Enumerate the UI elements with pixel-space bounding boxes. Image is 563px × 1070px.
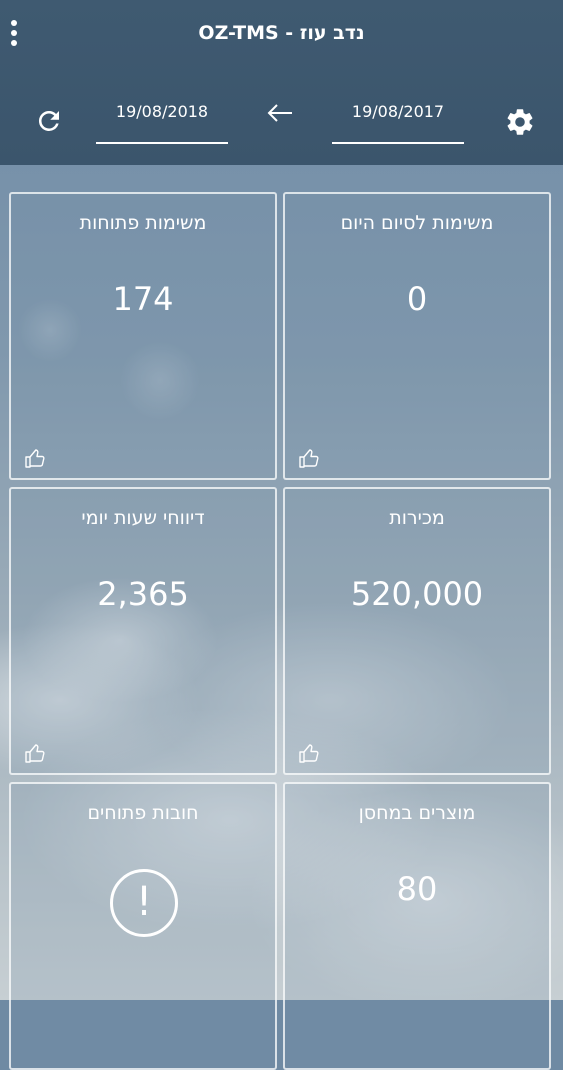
tile-open-tasks[interactable]: משימות פתוחות 174 xyxy=(9,192,277,480)
thumbs-up-icon[interactable] xyxy=(23,446,47,470)
tile-label: משימות לסיום היום xyxy=(340,212,494,234)
to-date-field[interactable]: 19/08/2018 xyxy=(96,98,228,144)
refresh-icon[interactable] xyxy=(34,106,64,136)
tile-value: 0 xyxy=(406,280,428,318)
tile-warehouse-products[interactable]: מוצרים במחסן 80 xyxy=(283,782,551,1070)
tile-value: 520,000 xyxy=(350,575,484,613)
tile-label: מוצרים במחסן xyxy=(358,802,476,824)
tile-label: דיווחי שעות יומי xyxy=(81,507,205,529)
tile-label: מכירות xyxy=(389,507,445,529)
tile-value: 2,365 xyxy=(97,575,189,613)
app-header: נדב עוז - OZ-TMS 19/08/2018 19/08/2017 xyxy=(0,0,563,165)
tile-label: חובות פתוחים xyxy=(87,802,199,824)
thumbs-up-icon[interactable] xyxy=(23,741,47,765)
tile-value: 174 xyxy=(112,280,174,318)
tile-tasks-due-today[interactable]: משימות לסיום היום 0 xyxy=(283,192,551,480)
tile-label: משימות פתוחות xyxy=(79,212,207,234)
tile-sales[interactable]: מכירות 520,000 xyxy=(283,487,551,775)
gear-icon[interactable] xyxy=(504,106,536,138)
tile-daily-hour-reports[interactable]: דיווחי שעות יומי 2,365 xyxy=(9,487,277,775)
thumbs-up-icon[interactable] xyxy=(297,446,321,470)
alert-icon: ! xyxy=(110,869,178,937)
thumbs-up-icon[interactable] xyxy=(297,741,321,765)
from-date-field[interactable]: 19/08/2017 xyxy=(332,98,464,144)
page-title: נדב עוז - OZ-TMS xyxy=(198,22,365,44)
arrow-left-icon xyxy=(267,104,292,122)
tile-open-debts[interactable]: חובות פתוחים ! xyxy=(9,782,277,1070)
tile-value: 80 xyxy=(396,870,438,908)
